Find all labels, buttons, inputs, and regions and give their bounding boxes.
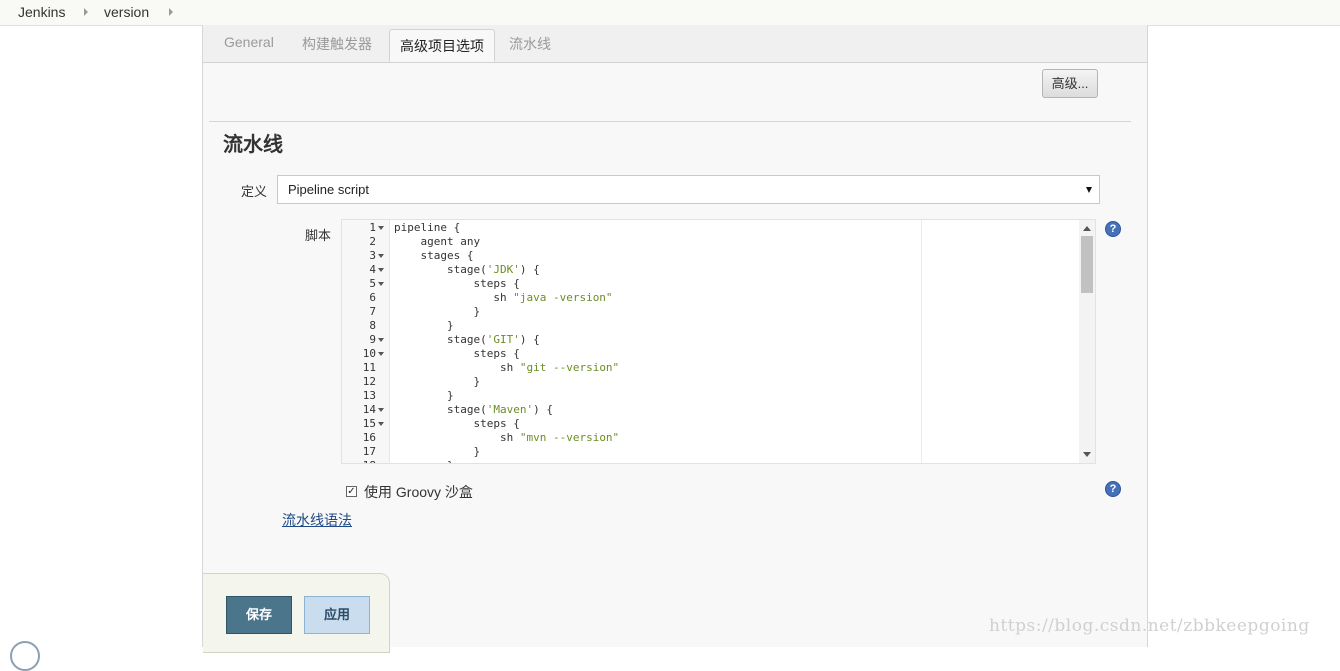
apply-button[interactable]: 应用 (304, 596, 370, 634)
groovy-sandbox-checkbox[interactable]: ✓ (346, 486, 357, 497)
fold-arrow-icon[interactable] (378, 352, 384, 356)
tab-advanced-project-options[interactable]: 高级项目选项 (389, 29, 495, 62)
code-line: 7 } (342, 305, 1077, 319)
definition-label: 定义 (241, 184, 268, 199)
code-text: stage('Maven') { (394, 403, 553, 416)
code-line: 4 stage('JDK') { (342, 263, 1077, 277)
code-text: steps { (394, 277, 520, 290)
code-line: 14 stage('Maven') { (342, 403, 1077, 417)
config-panel: General 构建触发器 高级项目选项 流水线 高级... 流水线 定义 Pi… (202, 25, 1148, 653)
code-line: 11 sh "git --version" (342, 361, 1077, 375)
code-text: } (394, 319, 454, 332)
script-help-icon[interactable]: ? (1105, 221, 1121, 237)
line-number: 17 (362, 445, 376, 458)
line-number: 18 (342, 459, 376, 463)
line-number: 3 (369, 249, 376, 262)
line-number: 8 (369, 319, 376, 332)
code-text: steps { (394, 347, 520, 360)
code-line: 13 } (342, 389, 1077, 403)
code-text: sh "mvn --version" (394, 431, 620, 444)
scroll-down-icon[interactable] (1083, 452, 1091, 457)
line-number: 7 (369, 305, 376, 318)
code-line: 8 } (342, 319, 1077, 333)
code-line: 2 agent any (342, 235, 1077, 249)
code-line: 17 } (342, 445, 1077, 459)
breadcrumb-arrow-icon (169, 8, 173, 16)
script-editor[interactable]: 1 pipeline {2 agent any 3 stages {4 stage(… (341, 219, 1096, 464)
fold-arrow-icon[interactable] (378, 282, 384, 286)
code-lines: 1 pipeline {2 agent any 3 stages {4 stage(… (342, 221, 1077, 463)
fold-arrow-icon[interactable] (378, 338, 384, 342)
code-text: sh "git --version" (394, 361, 620, 374)
code-line: 1 pipeline { (342, 221, 1077, 235)
code-line: 10 steps { (342, 347, 1077, 361)
code-line: 3 stages { (342, 249, 1077, 263)
code-text: steps { (394, 417, 520, 430)
fold-arrow-icon[interactable] (378, 268, 384, 272)
code-text: sh "java -version" (394, 291, 613, 304)
line-number: 2 (369, 235, 376, 248)
line-number: 10 (362, 347, 376, 360)
avatar[interactable] (10, 641, 40, 671)
definition-select[interactable]: Pipeline script (277, 175, 1100, 204)
tab-general[interactable]: General (224, 34, 274, 50)
code-line: 5 steps { (342, 277, 1077, 291)
line-number: 14 (362, 403, 376, 416)
code-line: 18 } (342, 459, 1077, 463)
advanced-button[interactable]: 高级... (1042, 69, 1098, 98)
definition-select-value: Pipeline script (288, 182, 369, 197)
line-number: 4 (369, 263, 376, 276)
breadcrumb-arrow-icon (84, 8, 88, 16)
groovy-sandbox-label: 使用 Groovy 沙盒 (364, 484, 473, 500)
code-text: } (394, 305, 481, 318)
code-text: } (394, 445, 481, 458)
script-label: 脚本 (305, 228, 332, 243)
section-divider (209, 121, 1131, 122)
section-title-pipeline: 流水线 (223, 134, 283, 156)
line-number: 5 (369, 277, 376, 290)
fold-arrow-icon[interactable] (378, 226, 384, 230)
tab-bar: General 构建触发器 高级项目选项 流水线 (203, 25, 1147, 63)
save-button[interactable]: 保存 (226, 596, 292, 634)
line-number: 11 (362, 361, 376, 374)
line-number: 12 (362, 375, 376, 388)
line-number: 9 (369, 333, 376, 346)
checkbox-checked-icon: ✓ (347, 486, 356, 497)
fold-arrow-icon[interactable] (378, 422, 384, 426)
fold-arrow-icon[interactable] (378, 254, 384, 258)
code-text: pipeline { (394, 221, 461, 234)
tab-build-triggers[interactable]: 构建触发器 (302, 34, 372, 54)
editor-scrollbar[interactable] (1079, 220, 1095, 463)
breadcrumb-item-jenkins[interactable]: Jenkins (18, 4, 65, 20)
code-line: 12 } (342, 375, 1077, 389)
line-number: 6 (369, 291, 376, 304)
watermark: https://blog.csdn.net/zbbkeepgoing (989, 616, 1310, 636)
scrollbar-thumb[interactable] (1081, 236, 1093, 293)
code-text: } (394, 375, 481, 388)
code-text: stage('GIT') { (394, 333, 540, 346)
code-text: } (394, 459, 454, 463)
code-line: 16 sh "mvn --version" (342, 431, 1077, 445)
tab-pipeline[interactable]: 流水线 (509, 34, 551, 54)
line-number: 16 (362, 431, 376, 444)
code-text: stage('JDK') { (394, 263, 540, 276)
code-text: } (394, 389, 454, 402)
line-number: 1 (369, 221, 376, 234)
sandbox-help-icon[interactable]: ? (1105, 481, 1121, 497)
code-line: 15 steps { (342, 417, 1077, 431)
fold-arrow-icon[interactable] (378, 408, 384, 412)
code-line: 9 stage('GIT') { (342, 333, 1077, 347)
breadcrumb-item-version[interactable]: version (104, 4, 149, 20)
pipeline-syntax-link[interactable]: 流水线语法 (282, 510, 352, 530)
bottom-button-bar: 保存 应用 (203, 573, 390, 653)
code-line: 6 sh "java -version" (342, 291, 1077, 305)
line-number: 13 (362, 389, 376, 402)
code-text: stages { (394, 249, 474, 262)
breadcrumb: Jenkins version (0, 0, 1340, 26)
line-number: 15 (362, 417, 376, 430)
scroll-up-icon[interactable] (1083, 226, 1091, 231)
code-text: agent any (394, 235, 481, 248)
dropdown-arrow-icon (1086, 187, 1092, 193)
